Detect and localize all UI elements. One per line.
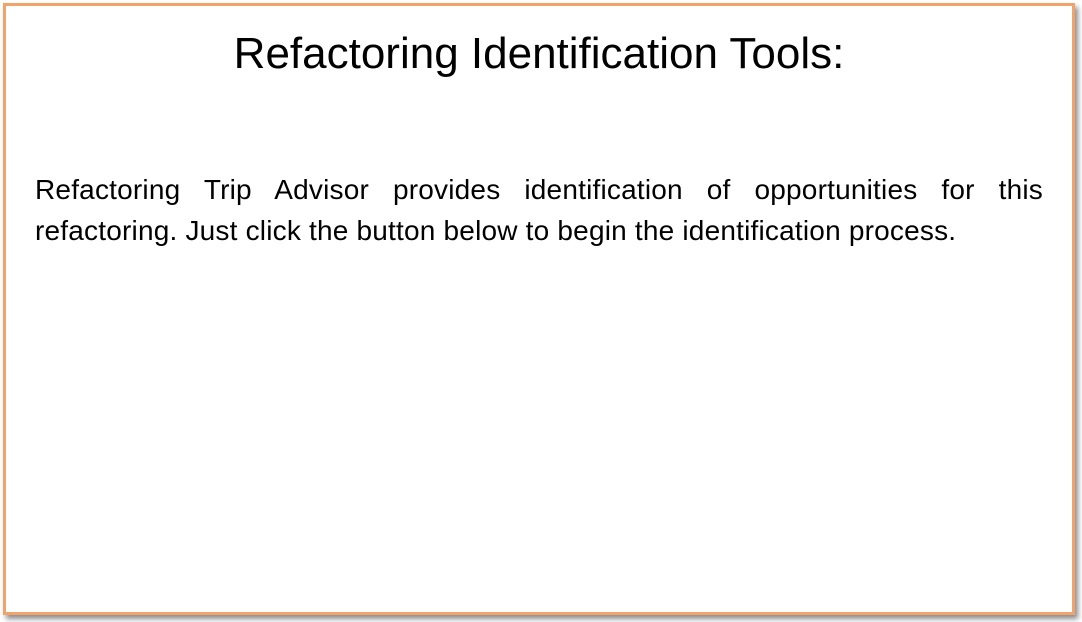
panel-description: Refactoring Trip Advisor provides identi… (35, 174, 1043, 246)
panel-title: Refactoring Identification Tools: (233, 29, 845, 78)
identification-tools-panel: Refactoring Identification Tools: Refact… (3, 3, 1075, 615)
